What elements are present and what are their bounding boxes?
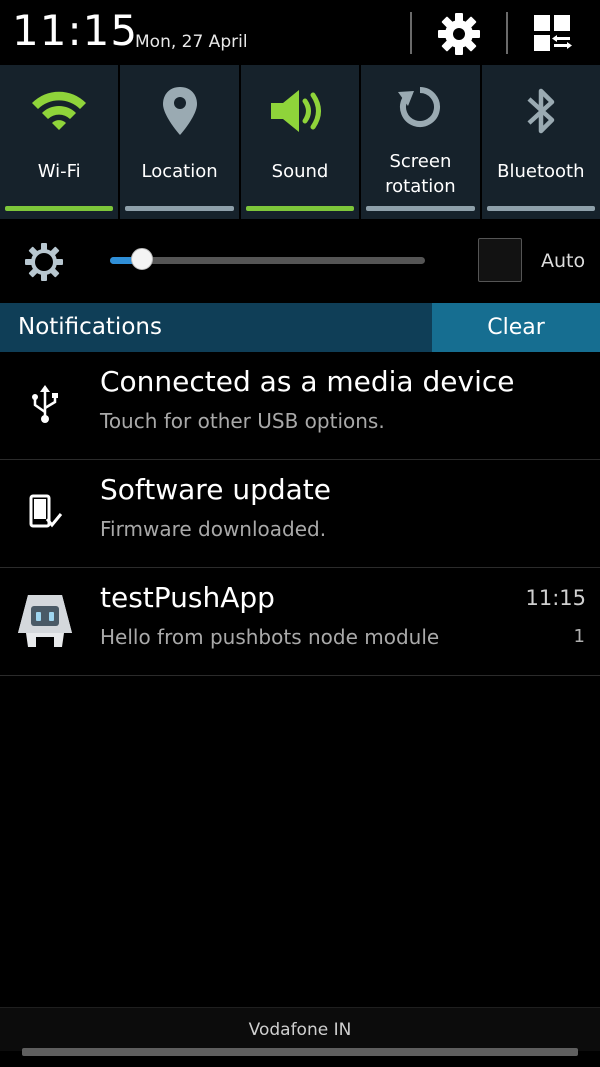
date-label: Mon, 27 April [135, 32, 248, 52]
notification-count: 1 [573, 626, 585, 647]
toggle-bluetooth[interactable]: Bluetooth [481, 65, 600, 219]
notification-item[interactable]: Connected as a media device Touch for ot… [0, 353, 600, 460]
toggle-label: Screen rotation [361, 149, 479, 199]
clock-time: 11:15 [12, 6, 139, 55]
brightness-row: Auto [0, 220, 600, 302]
speaker-icon [241, 81, 359, 141]
auto-brightness-checkbox[interactable] [478, 238, 522, 282]
notifications-header: Notifications Clear [0, 303, 600, 352]
notifications-title: Notifications [18, 314, 162, 340]
toggle-screen-rotation[interactable]: Screen rotation [361, 65, 480, 219]
toggle-label: Bluetooth [497, 161, 585, 182]
location-pin-icon [120, 81, 238, 141]
notification-item[interactable]: Software update Firmware downloaded. [0, 461, 600, 568]
notification-time: 11:15 [525, 586, 586, 610]
notification-title: Software update [100, 473, 331, 506]
bluetooth-icon [482, 81, 600, 141]
brightness-slider-track[interactable] [110, 257, 425, 264]
status-header: 11:15 Mon, 27 April [0, 0, 600, 64]
brightness-icon [24, 242, 64, 282]
notification-text: Firmware downloaded. [100, 517, 327, 541]
cordova-app-icon [14, 589, 76, 651]
gear-icon [438, 13, 480, 55]
toggle-wifi[interactable]: Wi-Fi [0, 65, 119, 219]
carrier-bar: Vodafone IN [0, 1007, 600, 1051]
carrier-label: Vodafone IN [248, 1019, 352, 1040]
edit-toggles-button[interactable] [528, 10, 578, 58]
notification-title: testPushApp [100, 581, 275, 614]
phone-check-icon [14, 481, 76, 543]
toggle-state-bar [5, 206, 114, 211]
header-divider [506, 12, 508, 54]
toggle-label: Wi-Fi [37, 161, 81, 182]
drag-handle[interactable] [22, 1048, 578, 1056]
notification-text: Hello from pushbots node module [100, 625, 440, 649]
toggle-label: Sound [271, 161, 329, 182]
quick-settings-panel: Wi-Fi Location Sound Screen rotation Blu… [0, 65, 600, 219]
wifi-icon [0, 81, 118, 141]
header-divider [410, 12, 412, 54]
brightness-slider-thumb[interactable] [130, 248, 153, 270]
toggle-label-line: Screen [389, 151, 452, 172]
toggle-state-bar [366, 206, 475, 211]
toggle-label-line: rotation [385, 176, 456, 197]
toggle-state-bar [125, 206, 234, 211]
toggle-label: Location [141, 161, 218, 182]
rotate-icon [361, 77, 479, 137]
grid-edit-icon [534, 15, 572, 51]
settings-button[interactable] [434, 10, 484, 58]
toggle-state-bar [245, 206, 355, 211]
usb-icon [14, 373, 76, 435]
toggle-sound[interactable]: Sound [240, 65, 360, 219]
toggle-state-bar [486, 206, 596, 211]
notification-title: Connected as a media device [100, 365, 515, 398]
clear-button[interactable]: Clear [432, 303, 600, 352]
notification-item[interactable]: testPushApp Hello from pushbots node mod… [0, 569, 600, 676]
notification-text: Touch for other USB options. [100, 409, 385, 433]
auto-brightness-label: Auto [541, 250, 586, 272]
toggle-location[interactable]: Location [120, 65, 239, 219]
